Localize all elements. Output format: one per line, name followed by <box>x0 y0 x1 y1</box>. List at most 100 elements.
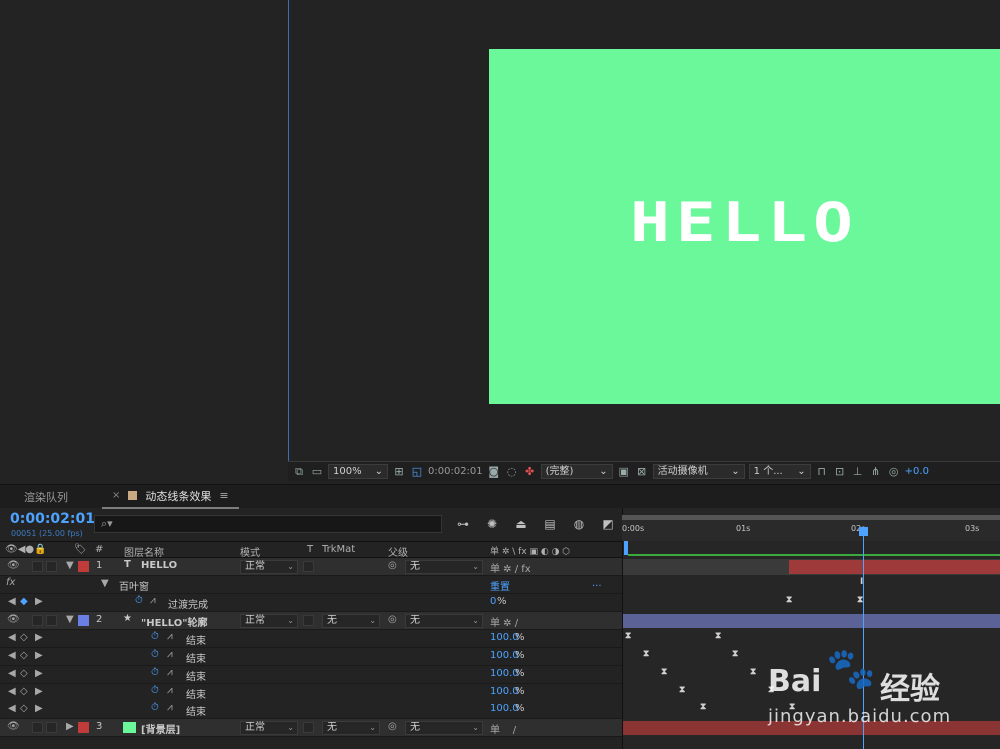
expand-right-icon[interactable]: ▶ <box>66 721 74 732</box>
eye-icon[interactable]: 👁 <box>7 560 20 571</box>
layer-name[interactable]: "HELLO"轮廓 <box>141 614 208 629</box>
next-keyframe-icon[interactable]: ▶ <box>35 668 43 679</box>
property-value[interactable]: 0 <box>490 596 496 607</box>
timeline-icon[interactable]: ⊥ <box>851 465 865 479</box>
composition-canvas[interactable]: HELLO <box>489 49 1000 404</box>
shy-icon[interactable]: ⏏ <box>513 516 529 532</box>
lock-box[interactable] <box>46 722 57 733</box>
effect-row[interactable]: fx ▼ 百叶窗 重置 ... <box>0 576 622 594</box>
reset-link[interactable]: 重置 <box>490 578 510 593</box>
solo-box[interactable] <box>32 615 43 626</box>
flowchart-icon[interactable]: ⋔ <box>869 465 883 479</box>
layer-search-input[interactable]: ⌕▾ <box>94 515 442 533</box>
keyframe-diamond-icon[interactable]: ◇ <box>20 668 28 679</box>
next-keyframe-icon[interactable]: ▶ <box>35 686 43 697</box>
options-link[interactable]: ... <box>592 578 602 589</box>
layer-2-duration-bar[interactable] <box>623 614 1000 628</box>
trkmat-dropdown[interactable]: 无 ⌄ <box>322 613 380 628</box>
prev-keyframe-icon[interactable]: ◀ <box>8 632 16 643</box>
preserve-transparency-box[interactable] <box>303 615 314 626</box>
fx-label[interactable]: fx <box>6 577 15 588</box>
parent-dropdown[interactable]: 无 ⌄ <box>405 613 483 628</box>
menu-icon[interactable]: ≡ <box>219 489 228 502</box>
exposure-icon[interactable]: ◎ <box>887 465 901 479</box>
prev-keyframe-icon[interactable]: ◀ <box>8 703 16 714</box>
property-row[interactable]: ◀ ◆ ▶ ⏱ ⩘ 过渡完成 0 % <box>0 594 622 612</box>
lock-box[interactable] <box>46 561 57 572</box>
label-color-swatch[interactable] <box>78 615 89 626</box>
parent-dropdown[interactable]: 无 ⌄ <box>405 720 483 735</box>
always-preview-icon[interactable]: ⧉ <box>292 465 306 479</box>
tab-render-queue[interactable]: 渲染队列 <box>0 485 78 509</box>
next-keyframe-icon[interactable]: ▶ <box>35 632 43 643</box>
expand-down-icon[interactable]: ▼ <box>66 614 74 625</box>
monitor-icon[interactable]: ▭ <box>310 465 324 479</box>
graph-icon[interactable]: ⩘ <box>150 595 156 606</box>
current-time[interactable]: 0:00:02:01 <box>10 511 95 527</box>
resolution-select[interactable]: (完整) ⌄ <box>540 464 613 479</box>
current-time-indicator-head[interactable] <box>859 527 868 536</box>
frame-blend-icon[interactable]: ▤ <box>542 516 558 532</box>
solo-box[interactable] <box>32 561 43 572</box>
trkmat-dropdown[interactable]: 无 ⌄ <box>322 720 380 735</box>
col-layer-name[interactable]: 图层名称 <box>124 544 164 559</box>
stopwatch-icon[interactable]: ⏱ <box>151 649 159 660</box>
keyframe-icon[interactable]: ⧗ <box>750 667 756 677</box>
graph-editor-icon[interactable]: ◩ <box>600 516 616 532</box>
prev-keyframe-icon[interactable]: ◀ <box>8 686 16 697</box>
layer-1-duration-bar[interactable] <box>789 560 1000 574</box>
graph-icon[interactable]: ⩘ <box>167 649 173 660</box>
property-row[interactable]: ◀ ◇ ▶ ⏱ ⩘ 结束 100.0 % <box>0 630 622 648</box>
layer-row-3[interactable]: 👁 ▶ 3 [背景层] 正常 ⌄ 无 ⌄ ◎ 无 ⌄ 单 / <box>0 719 622 737</box>
col-parent[interactable]: 父级 <box>388 544 408 559</box>
stopwatch-icon[interactable]: ⏱ <box>135 595 143 606</box>
stopwatch-icon[interactable]: ⏱ <box>151 702 159 713</box>
work-area-start[interactable] <box>624 541 628 555</box>
switches-icons[interactable]: 单 ✲ / fx <box>490 560 531 575</box>
camera-select[interactable]: 活动摄像机 ⌄ <box>652 464 745 479</box>
property-row[interactable]: ◀ ◇ ▶ ⏱ ⩘ 结束 100.0 % <box>0 666 622 684</box>
parent-dropdown[interactable]: 无 ⌄ <box>405 559 483 574</box>
layer-name[interactable]: HELLO <box>141 560 177 571</box>
mask-icon[interactable]: ◱ <box>410 465 424 479</box>
graph-icon[interactable]: ⩘ <box>167 667 173 678</box>
keyframe-icon[interactable]: ⧗ <box>643 649 649 659</box>
effect-name[interactable]: 百叶窗 <box>119 578 149 593</box>
stopwatch-icon[interactable]: ⏱ <box>151 667 159 678</box>
lock-box[interactable] <box>46 615 57 626</box>
col-trkmat[interactable]: TrkMat <box>322 544 355 555</box>
mode-dropdown[interactable]: 正常 ⌄ <box>240 613 298 628</box>
next-keyframe-icon[interactable]: ▶ <box>35 650 43 661</box>
keyframe-diamond-icon[interactable]: ◇ <box>20 650 28 661</box>
tab-composition[interactable]: × 动态线条效果 ≡ <box>102 485 239 509</box>
pickwhip-icon[interactable]: ◎ <box>388 614 397 625</box>
prev-keyframe-icon[interactable]: ◀ <box>8 596 16 607</box>
keyframe-icon[interactable]: ⧗ <box>700 702 706 712</box>
viewer-timecode[interactable]: 0:00:02:01 <box>428 466 483 477</box>
snapshot-icon[interactable]: ◙ <box>487 465 501 479</box>
graph-icon[interactable]: ⩘ <box>167 631 173 642</box>
close-icon[interactable]: × <box>112 490 120 501</box>
col-mode[interactable]: 模式 <box>240 544 260 559</box>
stopwatch-icon[interactable]: ⏱ <box>151 631 159 642</box>
keyframe-icon[interactable]: ⧗ <box>786 595 792 605</box>
preserve-transparency-box[interactable] <box>303 561 314 572</box>
switches-icons[interactable]: 单 / <box>490 721 516 736</box>
eye-icon[interactable]: 👁 <box>7 721 20 732</box>
switches-icons[interactable]: 单 ✲ / <box>490 614 518 629</box>
keyframe-icon[interactable]: ⧗ <box>625 631 631 641</box>
next-keyframe-icon[interactable]: ▶ <box>35 703 43 714</box>
layer-row-1[interactable]: 👁 ▼ 1 T HELLO 正常 ⌄ ◎ 无 ⌄ 单 ✲ / fx <box>0 558 622 576</box>
pickwhip-icon[interactable]: ◎ <box>388 560 397 571</box>
label-color-swatch[interactable] <box>78 722 89 733</box>
show-snapshot-icon[interactable]: ◌ <box>505 465 519 479</box>
property-row[interactable]: ◀ ◇ ▶ ⏱ ⩘ 结束 100.0 % <box>0 684 622 702</box>
keyframe-icon[interactable]: ⧗ <box>661 667 667 677</box>
fast-preview-icon[interactable]: ⊡ <box>833 465 847 479</box>
property-row[interactable]: ◀ ◇ ▶ ⏱ ⩘ 结束 100.0 % <box>0 648 622 666</box>
solo-box[interactable] <box>32 722 43 733</box>
expand-down-icon[interactable]: ▼ <box>66 560 74 571</box>
label-color-swatch[interactable] <box>78 561 89 572</box>
views-select[interactable]: 1 个... ⌄ <box>748 464 811 479</box>
keyframe-diamond-icon[interactable]: ◇ <box>20 703 28 714</box>
